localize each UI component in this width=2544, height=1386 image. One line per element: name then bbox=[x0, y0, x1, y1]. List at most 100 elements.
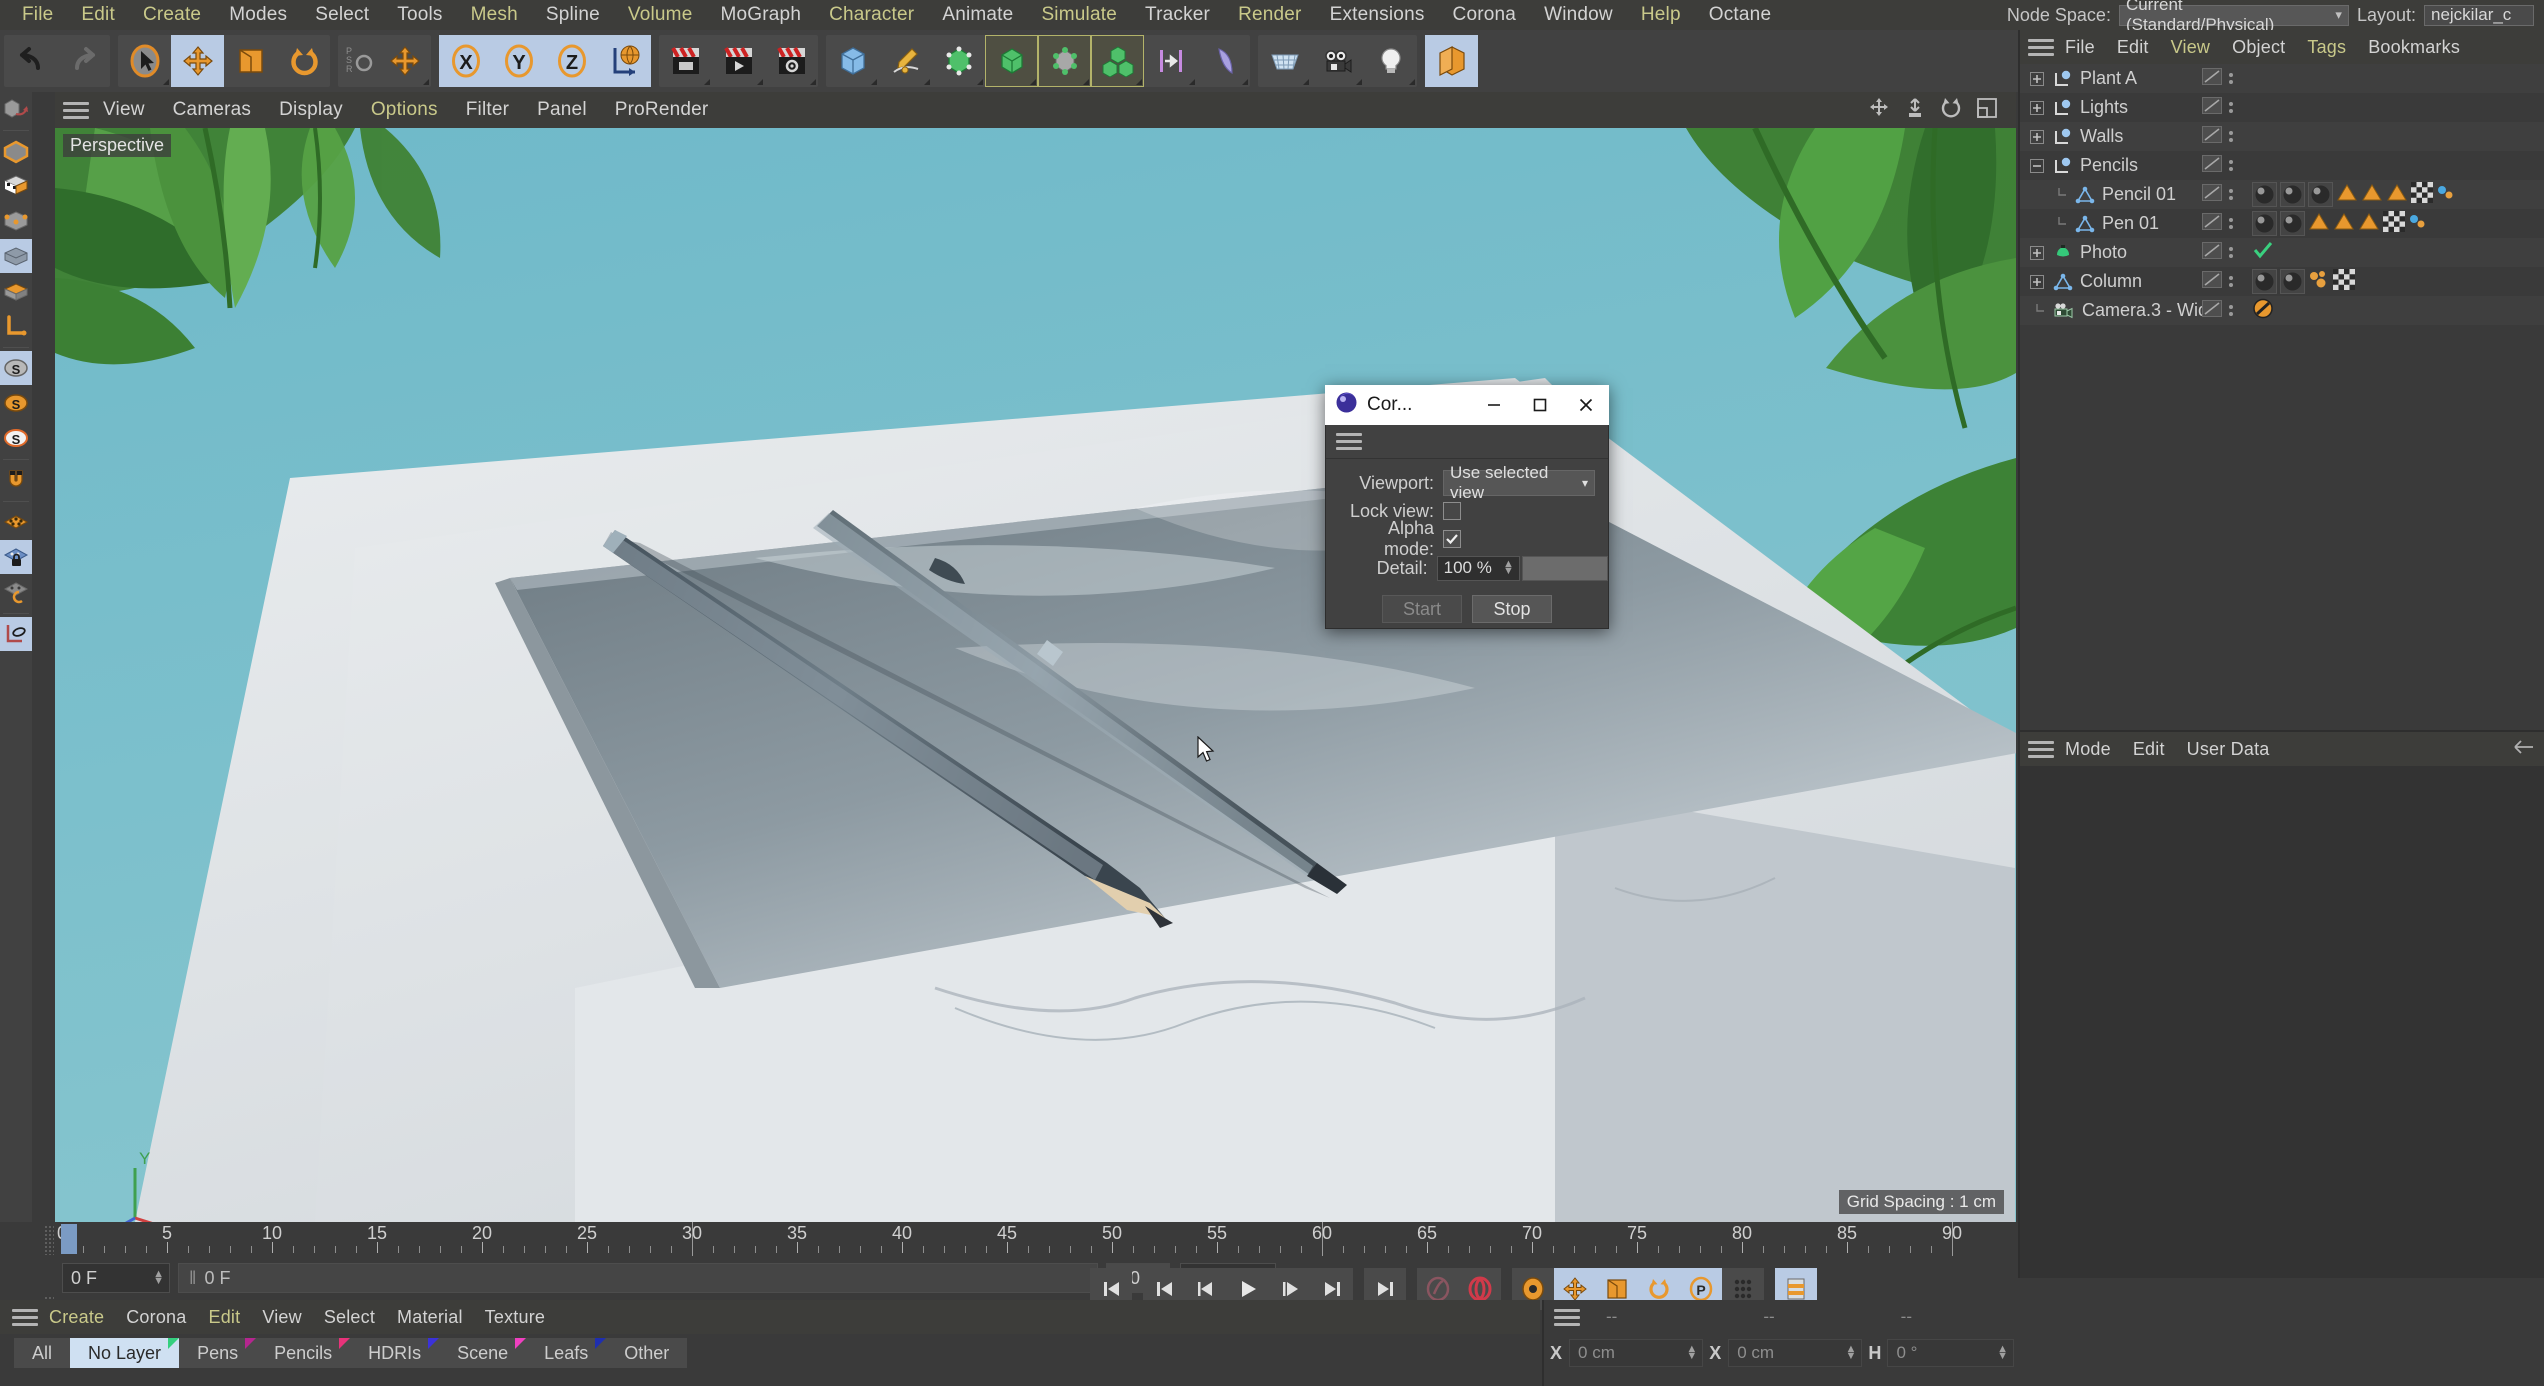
objmgr-menu-view[interactable]: View bbox=[2160, 30, 2222, 64]
object-manager-menu-icon[interactable] bbox=[2028, 36, 2054, 58]
layer-tab-pens[interactable]: Pens bbox=[179, 1338, 257, 1368]
move-tool-button[interactable] bbox=[171, 35, 224, 87]
instance-group-button[interactable] bbox=[1091, 35, 1144, 87]
layer-tab-leafs[interactable]: Leafs bbox=[526, 1338, 607, 1368]
edge-mode-tool[interactable] bbox=[0, 169, 32, 203]
spinner-icon[interactable]: ▲▼ bbox=[153, 1269, 164, 1287]
coord-value-input[interactable]: 0 ° ▲ ▼ bbox=[1887, 1339, 2014, 1367]
detail-slider[interactable] bbox=[1521, 555, 1608, 581]
expander-toggle[interactable] bbox=[2024, 274, 2050, 289]
joint-mode-button[interactable] bbox=[1038, 35, 1091, 87]
corona-menu-icon[interactable] bbox=[1336, 431, 1362, 453]
menu-item-render[interactable]: Render bbox=[1224, 0, 1316, 30]
expander-toggle[interactable] bbox=[2024, 100, 2050, 115]
menu-item-extensions[interactable]: Extensions bbox=[1316, 0, 1439, 30]
selection-tag[interactable] bbox=[2308, 211, 2330, 237]
arrow-left-icon[interactable] bbox=[2512, 738, 2534, 761]
layer-tab-no-layer[interactable]: No Layer bbox=[70, 1338, 180, 1368]
expander-toggle[interactable] bbox=[2024, 158, 2050, 173]
objmgr-menu-object[interactable]: Object bbox=[2221, 30, 2296, 64]
coord-value-input[interactable]: 0 cm ▲ ▼ bbox=[1569, 1339, 1704, 1367]
array-button[interactable] bbox=[1144, 35, 1197, 87]
render-settings-button[interactable] bbox=[765, 35, 818, 87]
menu-item-tools[interactable]: Tools bbox=[383, 0, 456, 30]
layer-tab-pencils[interactable]: Pencils bbox=[256, 1338, 351, 1368]
protection-tag[interactable] bbox=[2252, 298, 2274, 324]
deformer-button[interactable] bbox=[1197, 35, 1250, 87]
matmgr-menu-select[interactable]: Select bbox=[313, 1300, 386, 1334]
axis-mode-tool[interactable] bbox=[0, 309, 32, 343]
attrmgr-menu-user-data[interactable]: User Data bbox=[2176, 732, 2281, 766]
add-spline-button[interactable] bbox=[879, 35, 932, 87]
expander-toggle[interactable] bbox=[2024, 71, 2050, 86]
bend-deformer-button[interactable] bbox=[1425, 35, 1478, 87]
visibility-dots[interactable] bbox=[2229, 102, 2233, 113]
selection-tag[interactable] bbox=[2361, 182, 2383, 208]
start-button[interactable]: Start bbox=[1382, 595, 1462, 623]
menu-item-simulate[interactable]: Simulate bbox=[1027, 0, 1131, 30]
extra-tag[interactable] bbox=[2408, 211, 2426, 237]
object-row[interactable]: Lights bbox=[2020, 93, 2544, 122]
polygon-mode-tool[interactable] bbox=[0, 204, 32, 238]
texture-tag[interactable] bbox=[2383, 210, 2405, 237]
render-to-picture-viewer-button[interactable] bbox=[712, 35, 765, 87]
attrmgr-menu-mode[interactable]: Mode bbox=[2054, 732, 2122, 766]
selection-tag[interactable] bbox=[2386, 182, 2408, 208]
selection-tag[interactable] bbox=[2333, 211, 2355, 237]
object-row[interactable]: Pencil 01 bbox=[2020, 180, 2544, 209]
material-tag[interactable] bbox=[2308, 182, 2333, 207]
coord-value-input[interactable]: 0 cm ▲ ▼ bbox=[1728, 1339, 1863, 1367]
psr-label-button[interactable]: PSR bbox=[338, 35, 378, 87]
select-tool-button[interactable] bbox=[118, 35, 171, 87]
attribute-manager-menu-icon[interactable] bbox=[2028, 738, 2054, 760]
menu-item-modes[interactable]: Modes bbox=[215, 0, 301, 30]
snap-quantize-tool[interactable]: S bbox=[0, 421, 32, 455]
visibility-dots[interactable] bbox=[2229, 160, 2233, 171]
matmgr-menu-material[interactable]: Material bbox=[386, 1300, 474, 1334]
enable-toggle[interactable] bbox=[2202, 299, 2222, 322]
menu-item-mograph[interactable]: MoGraph bbox=[706, 0, 815, 30]
menu-item-character[interactable]: Character bbox=[815, 0, 928, 30]
expander-toggle[interactable] bbox=[2024, 129, 2050, 144]
visibility-dots[interactable] bbox=[2229, 276, 2233, 287]
rotate-tool-button[interactable] bbox=[277, 35, 330, 87]
menu-item-edit[interactable]: Edit bbox=[67, 0, 129, 30]
align-workplane-tool[interactable] bbox=[0, 575, 32, 609]
viewport-menu-display[interactable]: Display bbox=[265, 92, 357, 128]
material-tag[interactable] bbox=[2252, 269, 2277, 294]
viewport-menu-cameras[interactable]: Cameras bbox=[159, 92, 265, 128]
viewport-menu-panel[interactable]: Panel bbox=[523, 92, 601, 128]
maximize-icon[interactable] bbox=[1517, 385, 1563, 425]
close-icon[interactable] bbox=[1563, 385, 1609, 425]
magnet-tool[interactable] bbox=[0, 463, 32, 497]
object-row[interactable]: Plant A bbox=[2020, 64, 2544, 93]
menu-item-mesh[interactable]: Mesh bbox=[457, 0, 532, 30]
material-tag[interactable] bbox=[2280, 211, 2305, 236]
matmgr-menu-view[interactable]: View bbox=[251, 1300, 313, 1334]
layer-tab-scene[interactable]: Scene bbox=[439, 1338, 527, 1368]
viewport-menu-icon[interactable] bbox=[63, 99, 89, 121]
object-row[interactable]: Pen 01 bbox=[2020, 209, 2544, 238]
objmgr-menu-bookmarks[interactable]: Bookmarks bbox=[2357, 30, 2471, 64]
visibility-dots[interactable] bbox=[2229, 189, 2233, 200]
timeline-ruler[interactable]: 051015202530354045505560657075808590 bbox=[57, 1222, 1962, 1256]
object-tree[interactable]: Plant A Lights Walls Pencils Pencil 01 Pen 01… bbox=[2020, 64, 2544, 730]
redo-button[interactable] bbox=[57, 35, 110, 87]
layer-tab-all[interactable]: All bbox=[14, 1338, 70, 1368]
enable-toggle[interactable] bbox=[2202, 96, 2222, 119]
material-tag[interactable] bbox=[2252, 182, 2277, 207]
x-axis-lock-button[interactable]: X bbox=[439, 35, 492, 87]
layer-tab-hdris[interactable]: HDRIs bbox=[350, 1338, 440, 1368]
stop-button[interactable]: Stop bbox=[1472, 595, 1552, 623]
maximize-view-icon[interactable] bbox=[1976, 97, 1998, 124]
render-view-button[interactable] bbox=[659, 35, 712, 87]
material-tag[interactable] bbox=[2280, 269, 2305, 294]
lock-view-checkbox[interactable] bbox=[1443, 502, 1461, 520]
matmgr-menu-texture[interactable]: Texture bbox=[474, 1300, 556, 1334]
spinner-icon[interactable]: ▲▼ bbox=[1997, 1344, 2008, 1362]
make-editable-button[interactable] bbox=[932, 35, 985, 87]
scale-tool-button[interactable] bbox=[224, 35, 277, 87]
timeline-playhead[interactable] bbox=[61, 1224, 77, 1254]
expander-toggle[interactable] bbox=[2024, 245, 2050, 260]
object-mode-tool[interactable] bbox=[0, 239, 32, 273]
